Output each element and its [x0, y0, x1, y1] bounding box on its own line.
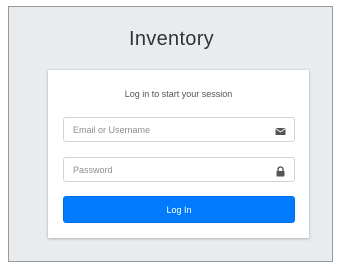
envelope-icon	[275, 124, 286, 135]
login-subtitle: Log in to start your session	[124, 89, 233, 99]
app-title: Inventory	[129, 28, 214, 50]
login-button[interactable]: Log In	[63, 196, 295, 223]
email-field-container	[63, 117, 295, 142]
lock-icon	[275, 164, 286, 177]
password-field-container	[63, 157, 295, 182]
login-card: Log in to start your session Log In	[48, 70, 309, 238]
password-input[interactable]	[64, 158, 273, 181]
email-input[interactable]	[64, 118, 273, 141]
